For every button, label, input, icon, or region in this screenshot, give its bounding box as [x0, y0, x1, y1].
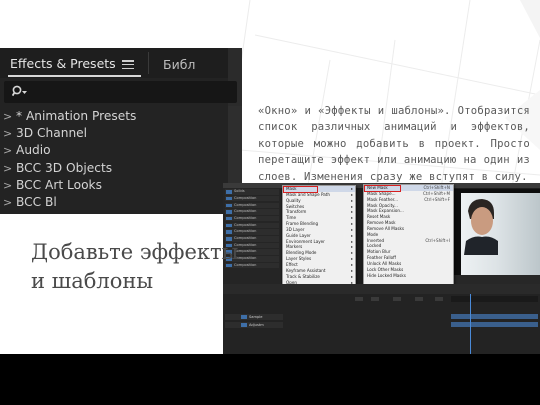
effects-list: > * Animation Presets >3D Channel > Audio …: [0, 108, 228, 211]
layer-color-label: [241, 323, 247, 327]
active-tab-underline: [8, 75, 141, 77]
file-icon: [226, 196, 232, 201]
timeline-ruler: [451, 296, 538, 302]
project-item[interactable]: Composition: [225, 229, 279, 235]
effects-search-input[interactable]: [4, 81, 237, 103]
file-icon: [226, 223, 232, 228]
instruction-paragraph: «Окно» и «Эффекты и шаблоны». Отобразитс…: [258, 104, 530, 183]
layer-track-bar[interactable]: [451, 322, 538, 327]
ae-composition-viewer: [453, 189, 540, 287]
effects-list-item[interactable]: > BCC Bl: [0, 194, 228, 211]
viewer-image: [461, 193, 540, 281]
chevron-right-icon: >: [3, 178, 13, 192]
panel-tab-bar: Effects & Presets Библ: [0, 48, 242, 78]
slide-heading: Добавьте эффекты и шаблоны: [31, 240, 239, 293]
highlight-mask-item: [283, 186, 318, 193]
tab-effects-presets[interactable]: Effects & Presets: [10, 56, 116, 71]
ae-timeline-header: [223, 284, 540, 294]
menu-item[interactable]: Hide Locked Masks: [364, 273, 453, 279]
chevron-right-icon: >: [3, 161, 13, 175]
chevron-right-icon: >: [3, 195, 13, 209]
file-icon: [226, 203, 232, 208]
project-item[interactable]: Composition: [225, 195, 279, 202]
after-effects-screenshot: Solids Composition Composition Composition C…: [223, 183, 540, 354]
effects-list-item[interactable]: >3D Channel: [0, 125, 228, 142]
layer-color-label: [241, 315, 247, 319]
slide: Effects & Presets Библ > * Animation Pres…: [0, 0, 540, 354]
mask-submenu: New Mask Ctrl+Shift+N Mask Shape... Ctrl+Sh…: [363, 184, 454, 296]
chevron-right-icon: >: [3, 110, 13, 123]
project-item[interactable]: Composition: [225, 216, 279, 222]
project-item[interactable]: Composition: [225, 202, 279, 209]
timeline-layer-row[interactable]: Adjustm: [225, 322, 283, 328]
tab-libraries[interactable]: Библ: [163, 57, 195, 72]
file-icon: [226, 230, 232, 234]
person-figure: [464, 199, 498, 255]
search-icon: [12, 85, 27, 97]
layer-track-bar[interactable]: [451, 314, 538, 319]
project-item[interactable]: Solids: [225, 189, 279, 195]
panel-menu-icon[interactable]: [122, 60, 134, 70]
effects-list-item[interactable]: > BCC Art Looks: [0, 177, 228, 194]
timeline-layer-row[interactable]: Sample: [225, 314, 283, 320]
tab-divider: [148, 52, 149, 74]
chevron-right-icon: >: [3, 127, 13, 141]
project-item[interactable]: Composition: [225, 222, 279, 229]
file-icon: [226, 190, 232, 194]
file-icon: [226, 217, 232, 221]
chevron-right-icon: >: [3, 144, 13, 158]
file-icon: [226, 210, 232, 214]
project-item[interactable]: Composition: [225, 209, 279, 215]
highlight-new-mask-item: [364, 185, 401, 192]
timeline-playhead[interactable]: [470, 294, 471, 354]
effects-list-item[interactable]: > Audio: [0, 142, 228, 159]
effects-presets-panel: Effects & Presets Библ > * Animation Pres…: [0, 48, 242, 214]
effects-list-item[interactable]: > * Animation Presets: [0, 108, 228, 125]
timeline-controls: [353, 296, 448, 302]
effects-list-item[interactable]: > BCC 3D Objects: [0, 160, 228, 177]
